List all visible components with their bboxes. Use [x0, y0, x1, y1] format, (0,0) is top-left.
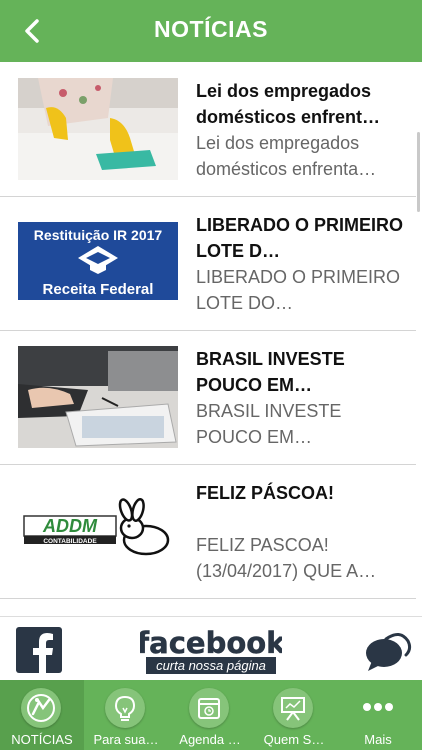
thumb-line2: Receita Federal	[43, 281, 154, 298]
news-title: LIBERADO O PRIMEIRO LOTE D…	[196, 215, 404, 261]
tab-para-sua[interactable]: Para sua…	[84, 680, 168, 750]
news-item[interactable]: Restituição IR 2017 Receita Federal LIBE…	[0, 196, 416, 331]
more-icon	[362, 700, 394, 712]
tab-label: NOTÍCIAS	[11, 732, 73, 747]
news-icon	[21, 688, 61, 728]
tab-quem-somos[interactable]: Quem S…	[252, 680, 336, 750]
news-thumbnail-cleaning	[18, 78, 178, 180]
news-preview: BRASIL INVESTE POUCO EM…	[196, 401, 342, 447]
news-title: FELIZ PÁSCOA!	[196, 483, 334, 503]
news-thumbnail-business	[18, 346, 178, 448]
news-preview: FELIZ PASCOA! (13/04/2017) QUE A…	[196, 535, 377, 581]
news-preview: Lei dos empregados domésticos enfrenta…	[196, 133, 377, 179]
facebook-wordmark: facebook	[140, 626, 282, 660]
news-thumbnail-easter: ADDM CONTABILIDADE	[18, 480, 178, 582]
header-bar: NOTÍCIAS	[0, 0, 422, 62]
tab-label: Agenda …	[179, 732, 241, 747]
news-thumbnail-receita: Restituição IR 2017 Receita Federal	[18, 212, 178, 314]
calendar-icon	[189, 688, 229, 728]
news-preview: LIBERADO O PRIMEIRO LOTE DO…	[196, 267, 401, 313]
facebook-banner[interactable]: facebook curta nossa página	[0, 616, 422, 681]
thumb-line1: Restituição IR 2017	[34, 227, 163, 243]
tab-label: Para sua…	[93, 732, 159, 747]
facebook-f-icon[interactable]	[16, 627, 62, 673]
news-item[interactable]: BRASIL INVESTE POUCO EM… BRASIL INVESTE …	[0, 330, 416, 465]
news-title: BRASIL INVESTE POUCO EM…	[196, 349, 345, 395]
list-scrollbar[interactable]	[417, 132, 420, 212]
addm-logo-text: ADDM	[42, 516, 98, 536]
tab-noticias[interactable]: NOTÍCIAS	[0, 680, 84, 750]
chat-bubble-icon[interactable]	[364, 627, 412, 673]
tab-mais[interactable]: Mais	[336, 680, 420, 750]
lightbulb-icon	[105, 688, 145, 728]
tab-agenda[interactable]: Agenda …	[168, 680, 252, 750]
news-item[interactable]: Lei dos empregados domésticos enfrent… L…	[0, 62, 416, 197]
tab-bar: NOTÍCIAS Para sua… Agenda … Quem S… Mais	[0, 680, 422, 750]
news-list[interactable]: Lei dos empregados domésticos enfrent… L…	[0, 62, 422, 616]
addm-sub-text: CONTABILIDADE	[43, 538, 97, 545]
news-title: Lei dos empregados domésticos enfrent…	[196, 81, 381, 127]
news-item[interactable]: ADDM CONTABILIDADE FELIZ PÁSCOA! FELIZ P…	[0, 464, 416, 599]
page-title: NOTÍCIAS	[154, 16, 268, 42]
tab-label: Mais	[364, 732, 392, 747]
facebook-logo[interactable]: facebook curta nossa página	[140, 623, 282, 677]
facebook-tagline: curta nossa página	[156, 658, 266, 673]
presentation-icon	[273, 688, 313, 728]
tab-label: Quem S…	[263, 732, 325, 747]
